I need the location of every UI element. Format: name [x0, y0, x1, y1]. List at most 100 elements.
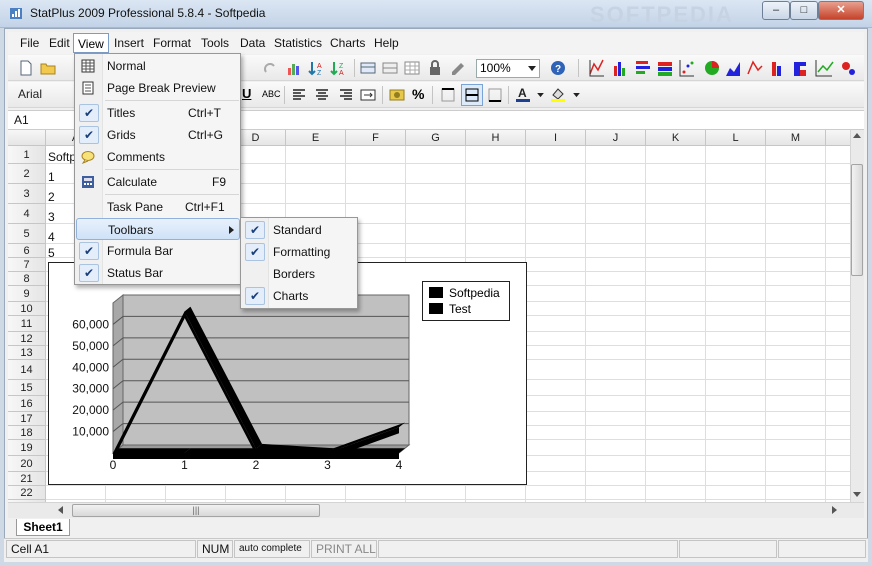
underline-button[interactable]: U — [242, 86, 251, 101]
row-header[interactable]: 5 — [8, 224, 46, 244]
menu-item-comments[interactable]: Comments — [76, 146, 236, 168]
bar-horizontal-icon[interactable] — [636, 61, 650, 74]
grid-icon[interactable] — [404, 60, 420, 76]
submenu-item-formatting[interactable]: ✔ Formatting — [242, 241, 356, 263]
cell-reference[interactable]: A1 — [14, 113, 29, 127]
row-header[interactable]: 14 — [8, 360, 46, 380]
row-header[interactable]: 7 — [8, 258, 46, 272]
row-header[interactable]: 8 — [8, 272, 46, 286]
help-icon[interactable]: ? — [550, 60, 566, 76]
trend-chart-icon[interactable] — [815, 60, 834, 77]
menu-item-task-pane[interactable]: Task Pane Ctrl+F1 — [76, 196, 236, 218]
align-right-icon[interactable] — [337, 87, 353, 103]
menu-help[interactable]: Help — [374, 36, 399, 50]
column-header[interactable]: H — [466, 130, 526, 146]
cell-a6[interactable]: 5 — [48, 246, 55, 260]
row-header[interactable]: 6 — [8, 244, 46, 258]
font-name-field[interactable]: Arial — [18, 87, 42, 101]
menu-view[interactable]: View — [73, 33, 109, 53]
histogram-icon[interactable] — [794, 62, 806, 76]
merge-cells-icon[interactable] — [360, 87, 376, 103]
column-header[interactable]: M — [766, 130, 826, 146]
row-header[interactable]: 13 — [8, 346, 46, 360]
font-color-dropdown-icon[interactable] — [537, 93, 544, 98]
freeze-panes-icon[interactable] — [360, 60, 376, 76]
scroll-down-icon[interactable] — [853, 492, 861, 498]
row-header[interactable]: 12 — [8, 332, 46, 346]
sort-descending-icon[interactable]: ZA — [330, 60, 346, 76]
row-header[interactable]: 16 — [8, 396, 46, 412]
sheet-tab[interactable]: Sheet1 — [16, 519, 70, 536]
split-icon[interactable] — [382, 60, 398, 76]
column-3d-icon[interactable] — [772, 62, 781, 76]
row-header[interactable]: 20 — [8, 456, 46, 472]
maximize-button[interactable]: □ — [790, 1, 818, 20]
row-header[interactable]: 15 — [8, 380, 46, 396]
menu-charts[interactable]: Charts — [330, 36, 365, 50]
menu-item-status-bar[interactable]: ✔ Status Bar — [76, 262, 236, 284]
open-folder-icon[interactable] — [40, 60, 56, 76]
menu-item-calculate[interactable]: Calculate F9 — [76, 171, 236, 193]
menu-data[interactable]: Data — [240, 36, 265, 50]
row-header[interactable]: 9 — [8, 286, 46, 302]
bar-chart-icon[interactable] — [614, 62, 625, 76]
scroll-left-icon[interactable] — [58, 506, 64, 514]
column-header[interactable]: E — [286, 130, 346, 146]
menu-file[interactable]: File — [20, 36, 39, 50]
row-header[interactable]: 2 — [8, 164, 46, 184]
row-header[interactable]: 4 — [8, 204, 46, 224]
menu-format[interactable]: Format — [153, 36, 191, 50]
zoom-dropdown-icon[interactable] — [528, 66, 536, 72]
small-caps-button[interactable]: ABC — [262, 89, 281, 99]
scroll-up-icon[interactable] — [853, 133, 861, 139]
new-file-icon[interactable] — [18, 60, 34, 76]
menu-insert[interactable]: Insert — [114, 36, 144, 50]
format-painter-icon[interactable] — [450, 60, 466, 76]
row-header[interactable]: 19 — [8, 440, 46, 456]
close-button[interactable]: ✕ — [818, 1, 864, 20]
redo-icon[interactable] — [262, 60, 278, 76]
align-left-icon[interactable] — [292, 87, 308, 103]
submenu-item-borders[interactable]: Borders — [242, 263, 356, 285]
column-header[interactable]: G — [406, 130, 466, 146]
column-header[interactable]: N — [826, 130, 850, 146]
menu-item-toolbars[interactable]: Toolbars — [76, 218, 240, 240]
align-center-icon[interactable] — [314, 87, 330, 103]
font-color-icon[interactable]: A — [515, 86, 531, 102]
menu-item-titles[interactable]: ✔ Titles Ctrl+T — [76, 102, 236, 124]
menu-edit[interactable]: Edit — [49, 36, 70, 50]
row-header[interactable]: 11 — [8, 316, 46, 332]
minimize-button[interactable]: – — [762, 1, 790, 20]
submenu-item-charts[interactable]: ✔ Charts — [242, 285, 356, 307]
scatter-icon[interactable] — [679, 60, 694, 77]
menu-statistics[interactable]: Statistics — [274, 36, 322, 50]
select-all-corner[interactable] — [8, 130, 46, 146]
vertical-scroll-thumb[interactable] — [851, 164, 863, 276]
submenu-item-standard[interactable]: ✔ Standard — [242, 219, 356, 241]
row-header[interactable]: 3 — [8, 184, 46, 204]
fill-color-icon[interactable] — [550, 86, 566, 102]
column-header[interactable]: K — [646, 130, 706, 146]
bubble-chart-icon[interactable] — [842, 62, 855, 75]
fill-color-dropdown-icon[interactable] — [573, 93, 580, 98]
row-header[interactable]: 21 — [8, 472, 46, 486]
cell-a5[interactable]: 4 — [48, 230, 55, 244]
currency-icon[interactable] — [389, 87, 405, 103]
row-header[interactable]: 22 — [8, 486, 46, 500]
pie-chart-icon[interactable] — [705, 61, 719, 75]
xy-line-icon[interactable] — [747, 60, 763, 75]
stacked-bar-icon[interactable] — [658, 62, 672, 76]
menu-item-formula-bar[interactable]: ✔ Formula Bar — [76, 240, 236, 262]
scroll-right-icon[interactable] — [832, 506, 838, 514]
lock-icon[interactable] — [427, 60, 443, 76]
column-header[interactable]: J — [586, 130, 646, 146]
line-chart-icon[interactable] — [589, 59, 604, 77]
chart-wizard-icon[interactable] — [286, 60, 302, 76]
column-header[interactable]: L — [706, 130, 766, 146]
percent-button[interactable]: % — [412, 86, 424, 102]
border-top-icon[interactable] — [440, 87, 456, 103]
menu-tools[interactable]: Tools — [201, 36, 229, 50]
row-header[interactable]: 10 — [8, 302, 46, 316]
column-header[interactable]: F — [346, 130, 406, 146]
row-header[interactable]: 18 — [8, 426, 46, 440]
